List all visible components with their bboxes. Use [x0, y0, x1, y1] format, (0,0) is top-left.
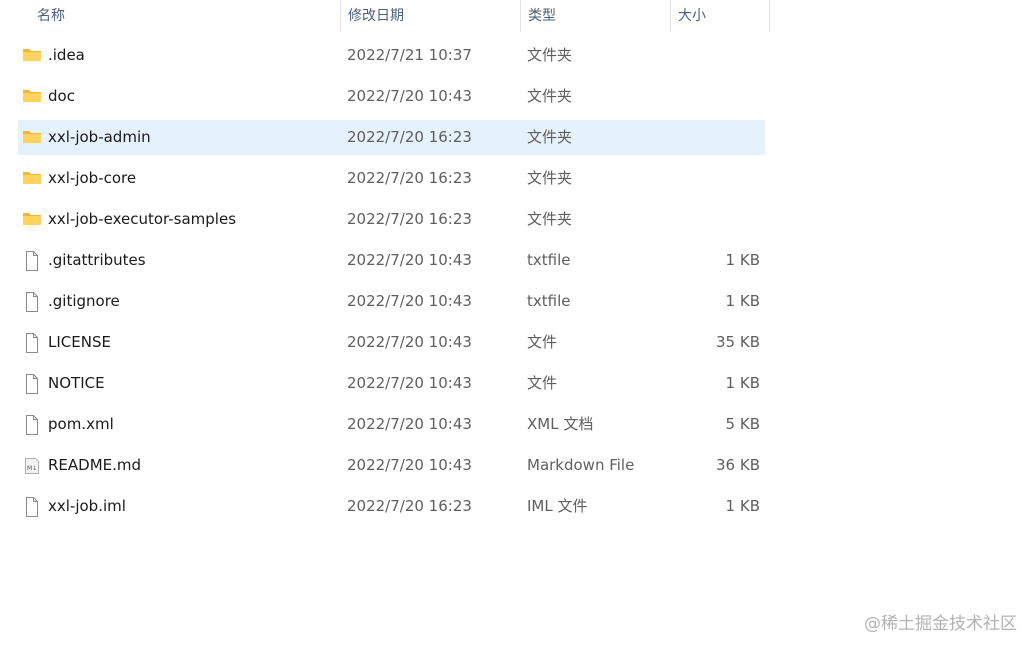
file-type: 文件夹: [527, 87, 573, 105]
file-date-modified: 2022/7/20 16:23: [347, 128, 472, 146]
file-size: 1 KB: [725, 374, 760, 392]
file-date-modified: 2022/7/20 16:23: [347, 210, 472, 228]
file-type: txtfile: [527, 251, 571, 269]
file-type: 文件夹: [527, 46, 573, 64]
file-icon: [22, 407, 44, 442]
file-icon: [22, 243, 44, 278]
folder-icon: [22, 202, 44, 237]
file-type: 文件: [527, 374, 558, 392]
file-date-modified: 2022/7/20 10:43: [347, 251, 472, 269]
column-header-size[interactable]: 大小: [670, 0, 770, 32]
file-name: xxl-job-core: [48, 169, 137, 187]
column-header-bar: 名称 ^ 修改日期 类型 大小: [0, 0, 770, 32]
markdown-file-icon: M↓: [22, 448, 44, 483]
file-type: 文件夹: [527, 210, 573, 228]
watermark: @稀土掘金技术社区: [864, 614, 1017, 634]
file-size: 36 KB: [716, 456, 760, 474]
file-icon: [22, 284, 44, 319]
file-row[interactable]: .gitattributes 2022/7/20 10:43 txtfile 1 KB: [18, 243, 765, 278]
file-size: [677, 38, 760, 73]
column-header-type[interactable]: 类型: [520, 0, 670, 32]
file-date-modified: 2022/7/20 10:43: [347, 292, 472, 310]
file-type: 文件夹: [527, 128, 573, 146]
file-type: Markdown File: [527, 456, 635, 474]
file-date-modified: 2022/7/20 10:43: [347, 333, 472, 351]
file-type: XML 文档: [527, 415, 594, 433]
file-type: txtfile: [527, 292, 571, 310]
svg-text:M↓: M↓: [27, 465, 37, 472]
file-row[interactable]: xxl-job.iml 2022/7/20 16:23 IML 文件 1 KB: [18, 489, 765, 524]
file-name: .gitattributes: [48, 251, 146, 269]
file-icon: [22, 366, 44, 401]
file-name: xxl-job-admin: [48, 128, 151, 146]
file-size: [677, 79, 760, 114]
file-row[interactable]: .idea 2022/7/21 10:37 文件夹: [18, 38, 765, 73]
file-size: [677, 202, 760, 237]
file-size: 35 KB: [716, 333, 760, 351]
file-row[interactable]: NOTICE 2022/7/20 10:43 文件 1 KB: [18, 366, 765, 401]
file-date-modified: 2022/7/20 10:43: [347, 456, 472, 474]
file-icon: [22, 489, 44, 524]
file-name: README.md: [48, 456, 142, 474]
file-row[interactable]: pom.xml 2022/7/20 10:43 XML 文档 5 KB: [18, 407, 765, 442]
file-type: IML 文件: [527, 497, 588, 515]
folder-icon: [22, 79, 44, 114]
file-date-modified: 2022/7/20 16:23: [347, 497, 472, 515]
file-date-modified: 2022/7/20 10:43: [347, 87, 472, 105]
file-size: 1 KB: [725, 251, 760, 269]
file-name: .idea: [48, 46, 85, 64]
file-row[interactable]: xxl-job-executor-samples 2022/7/20 16:23 文…: [18, 202, 765, 237]
file-row[interactable]: M↓ README.md 2022/7/20 10:43 Markdown File 3…: [18, 448, 765, 483]
file-row[interactable]: LICENSE 2022/7/20 10:43 文件 35 KB: [18, 325, 765, 360]
file-name: doc: [48, 87, 75, 105]
file-name: pom.xml: [48, 415, 114, 433]
folder-icon: [22, 120, 44, 155]
file-size: [677, 161, 760, 196]
file-size: 1 KB: [725, 497, 760, 515]
column-header-name[interactable]: 名称: [0, 0, 340, 32]
file-date-modified: 2022/7/20 10:43: [347, 415, 472, 433]
file-name: .gitignore: [48, 292, 120, 310]
column-header-date-modified[interactable]: 修改日期: [340, 0, 520, 32]
file-icon: [22, 325, 44, 360]
file-row[interactable]: doc 2022/7/20 10:43 文件夹: [18, 79, 765, 114]
file-type: 文件夹: [527, 169, 573, 187]
file-name: xxl-job-executor-samples: [48, 210, 237, 228]
file-type: 文件: [527, 333, 558, 351]
file-name: LICENSE: [48, 333, 111, 351]
file-date-modified: 2022/7/21 10:37: [347, 46, 472, 64]
file-name: xxl-job.iml: [48, 497, 126, 515]
folder-icon: [22, 38, 44, 73]
file-size: 1 KB: [725, 292, 760, 310]
file-date-modified: 2022/7/20 10:43: [347, 374, 472, 392]
file-size: 5 KB: [725, 415, 760, 433]
file-size: [677, 120, 760, 155]
file-row[interactable]: xxl-job-admin 2022/7/20 16:23 文件夹: [18, 120, 765, 155]
folder-icon: [22, 161, 44, 196]
file-row[interactable]: .gitignore 2022/7/20 10:43 txtfile 1 KB: [18, 284, 765, 319]
file-name: NOTICE: [48, 374, 105, 392]
sort-ascending-icon: ^: [178, 0, 190, 2]
file-date-modified: 2022/7/20 16:23: [347, 169, 472, 187]
file-row[interactable]: xxl-job-core 2022/7/20 16:23 文件夹: [18, 161, 765, 196]
